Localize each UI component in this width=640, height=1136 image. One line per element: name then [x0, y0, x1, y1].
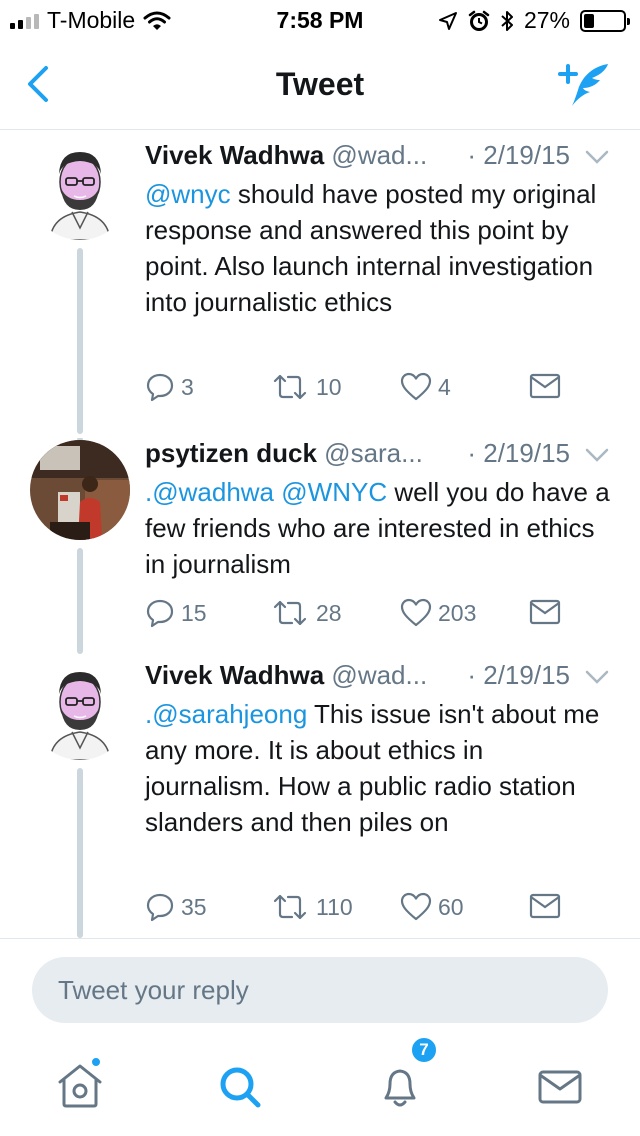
like-count: 60: [438, 893, 464, 920]
retweet-button[interactable]: 110: [270, 892, 353, 922]
reply-button[interactable]: 35: [145, 892, 207, 922]
home-new-indicator: [90, 1056, 102, 1068]
tweet-item[interactable]: Vivek Wadhwa @wad... · 2/19/15 .@sarahje…: [0, 660, 640, 938]
compose-tweet-icon[interactable]: [556, 60, 614, 110]
location-arrow-icon: [438, 11, 457, 30]
author-name[interactable]: psytizen duck: [145, 438, 317, 468]
like-button[interactable]: 60: [400, 892, 464, 922]
tweet-text: @wnyc should have posted my original res…: [145, 176, 615, 320]
tweet-header: Vivek Wadhwa @wad... · 2/19/15: [145, 140, 620, 176]
avatar-illustration: [30, 140, 130, 240]
battery-icon: [580, 9, 630, 32]
retweet-icon: [273, 894, 307, 920]
reply-count: 3: [181, 373, 194, 400]
direct-message-button[interactable]: [529, 598, 561, 626]
direct-message-button[interactable]: [529, 372, 561, 400]
author-name[interactable]: Vivek Wadhwa: [145, 660, 324, 690]
like-count: 203: [438, 599, 477, 626]
page-title: Tweet: [275, 66, 365, 102]
mention-link[interactable]: @wadhwa: [152, 477, 274, 507]
tweet-actions: 15 28 203: [145, 598, 625, 634]
retweet-count: 28: [316, 599, 342, 626]
author-handle[interactable]: @wad...: [331, 140, 427, 170]
heart-icon: [400, 598, 432, 627]
chevron-down-icon[interactable]: [584, 146, 610, 168]
mention-link[interactable]: @sarahjeong: [152, 699, 307, 729]
messages-icon[interactable]: [530, 1058, 590, 1114]
tab-bar: 7: [0, 1036, 640, 1136]
reply-input[interactable]: [32, 957, 608, 1023]
tweet-text: .@wadhwa @WNYC well you do have a few fr…: [145, 474, 615, 582]
reply-button[interactable]: 15: [145, 598, 207, 628]
tweet-header: psytizen duck @sara... · 2/19/15: [145, 438, 620, 474]
like-count: 4: [438, 373, 451, 400]
status-right: 27%: [438, 7, 630, 34]
retweet-icon: [273, 374, 307, 400]
avatar-illustration: [30, 660, 130, 760]
retweet-button[interactable]: 28: [270, 598, 342, 628]
author-handle[interactable]: @wad...: [331, 660, 427, 690]
reply-count: 35: [181, 893, 207, 920]
direct-message-button[interactable]: [529, 892, 561, 920]
tweet-date: · 2/19/15: [467, 660, 570, 690]
retweet-count: 10: [316, 373, 342, 400]
avatar[interactable]: [30, 440, 130, 540]
avatar[interactable]: [30, 660, 130, 760]
tweet-actions: 3 10 4: [145, 372, 625, 408]
envelope-icon: [529, 599, 561, 625]
thread-line: [77, 768, 83, 938]
reply-icon: [146, 373, 174, 402]
envelope-icon: [529, 373, 561, 399]
author-handle[interactable]: @sara...: [324, 438, 423, 468]
tweet-header: Vivek Wadhwa @wad... · 2/19/15: [145, 660, 620, 696]
thread-line: [77, 248, 83, 434]
bluetooth-icon: [501, 10, 513, 31]
notifications-icon[interactable]: [370, 1058, 430, 1114]
chevron-down-icon[interactable]: [584, 666, 610, 688]
reply-icon: [146, 599, 174, 628]
heart-icon: [400, 892, 432, 921]
navigation-bar: Tweet: [0, 40, 640, 130]
like-button[interactable]: 203: [400, 598, 476, 628]
reply-count: 15: [181, 599, 207, 626]
notifications-badge: 7: [410, 1036, 438, 1064]
search-icon[interactable]: [210, 1058, 270, 1114]
home-icon[interactable]: [50, 1058, 110, 1114]
reply-bar: [0, 938, 640, 1036]
mention-link[interactable]: @wnyc: [145, 179, 231, 209]
tweet-date: · 2/19/15: [467, 140, 570, 170]
tweet-text: .@sarahjeong This issue isn't about me a…: [145, 696, 615, 840]
mention-link[interactable]: @WNYC: [281, 477, 387, 507]
avatar[interactable]: [30, 140, 130, 240]
reply-button[interactable]: 3: [145, 372, 194, 402]
heart-icon: [400, 372, 432, 401]
battery-percent: 27%: [523, 7, 570, 33]
like-button[interactable]: 4: [400, 372, 451, 402]
alarm-icon: [468, 10, 490, 31]
tweet-actions: 35 110 60: [145, 892, 625, 928]
reply-icon: [146, 893, 174, 922]
retweet-count: 110: [316, 893, 353, 920]
tweet-item[interactable]: psytizen duck @sara... · 2/19/15 .@wadhw…: [0, 438, 640, 658]
retweet-icon: [273, 600, 307, 626]
retweet-button[interactable]: 10: [270, 372, 342, 402]
envelope-icon: [529, 893, 561, 919]
status-bar: T-Mobile 7:58 PM 27%: [0, 0, 640, 40]
chevron-down-icon[interactable]: [584, 444, 610, 466]
avatar-photo: [30, 440, 130, 540]
author-name[interactable]: Vivek Wadhwa: [145, 140, 324, 170]
tweet-date: · 2/19/15: [467, 438, 570, 468]
tweet-item[interactable]: Vivek Wadhwa @wad... · 2/19/15 @wnyc sho…: [0, 140, 640, 440]
thread-line: [77, 548, 83, 654]
